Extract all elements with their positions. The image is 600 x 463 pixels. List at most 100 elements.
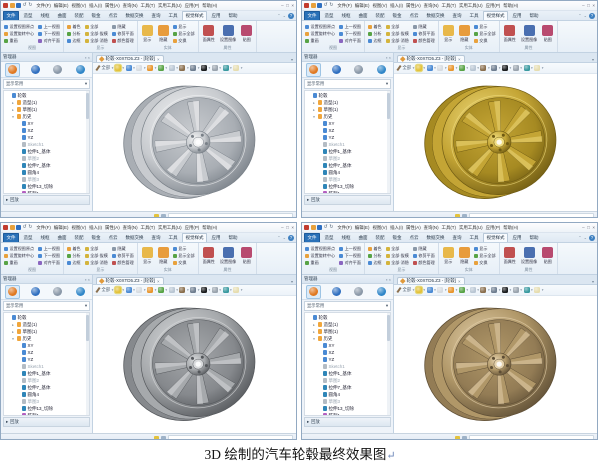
new-file-icon[interactable]: [9, 3, 15, 8]
ribbon-tab[interactable]: 应用: [509, 11, 525, 20]
sketch-pencil-icon[interactable]: [480, 65, 487, 71]
scrollbar-thumb[interactable]: [86, 315, 89, 341]
menu-item[interactable]: 查询(N): [123, 3, 138, 9]
tree-item[interactable]: 拉伸13_切除: [4, 405, 89, 412]
expand-toggle-icon[interactable]: ▾: [312, 115, 316, 119]
ribbon-tab[interactable]: 查询: [449, 233, 465, 242]
black-swatch-icon[interactable]: [200, 65, 207, 71]
collapse-ribbon-icon[interactable]: ⌃: [277, 236, 280, 240]
expand-ribbon-icon[interactable]: ⌄: [283, 236, 286, 240]
ribbon-tab[interactable]: 工具: [165, 11, 181, 20]
ribbon-button[interactable]: 面属性: [202, 246, 216, 265]
status-input-field[interactable]: [469, 435, 594, 439]
tree-item[interactable]: 草图3: [4, 176, 89, 183]
tree-filter-dropdown[interactable]: 显示常用 ▾: [3, 301, 90, 311]
pick-filter-icon[interactable]: [95, 64, 101, 72]
ribbon-button[interactable]: 隐藏: [157, 24, 170, 43]
history-manager-tab[interactable]: [4, 284, 20, 299]
ribbon-tab[interactable]: 点云: [406, 11, 422, 20]
minimize-button[interactable]: –: [582, 3, 585, 8]
document-tab[interactable]: 轮毂-X0XTD5.Z3 - [轮毂] ×: [397, 277, 465, 284]
menu-item[interactable]: 帮助(H): [503, 3, 518, 9]
bounding-box-icon[interactable]: [469, 65, 476, 71]
ribbon-button[interactable]: 颜色管理: [111, 260, 134, 266]
ribbon-button[interactable]: 设置旋转中心: [305, 31, 335, 37]
tree-item[interactable]: 拉伸13_切除: [305, 405, 390, 412]
ribbon-button[interactable]: 下一视图: [38, 31, 60, 37]
minimize-button[interactable]: –: [281, 225, 284, 230]
tree-scrollbar[interactable]: [86, 91, 89, 193]
ribbon-button[interactable]: 设置旋转中心: [4, 253, 34, 259]
tab-overflow-icon[interactable]: ▾: [291, 280, 293, 284]
solid-cube-icon[interactable]: [157, 65, 164, 71]
ribbon-button[interactable]: 颜色管理: [111, 38, 134, 44]
prompt-icon[interactable]: [455, 436, 460, 439]
collapse-ribbon-icon[interactable]: ⌃: [277, 14, 280, 18]
prompt-icon[interactable]: [455, 214, 460, 217]
ribbon-tab[interactable]: 装配: [71, 11, 87, 20]
ribbon-button[interactable]: 面属性: [503, 246, 517, 265]
ribbon-button[interactable]: 显示: [141, 24, 154, 43]
ribbon-tab[interactable]: 查询: [449, 11, 465, 20]
ribbon-tab[interactable]: 装配: [372, 233, 388, 242]
new-file-icon[interactable]: [310, 225, 316, 230]
ribbon-button[interactable]: 颜色管理: [412, 260, 435, 266]
view-manager-tab[interactable]: [50, 63, 65, 77]
ribbon-button[interactable]: 设置视图原点: [305, 246, 335, 252]
render-sphere-icon[interactable]: [448, 65, 455, 71]
bounding-box-icon[interactable]: [168, 65, 175, 71]
replay-bar[interactable]: ▸ 回放: [3, 195, 90, 205]
document-tab[interactable]: 轮毂-X0XTD5.Z3 - [轮毂] ×: [96, 55, 164, 62]
status-input-field[interactable]: [168, 435, 293, 439]
ribbon-button[interactable]: 修剪平面: [111, 31, 134, 37]
menu-item[interactable]: 编辑(E): [54, 3, 69, 9]
tree-item[interactable]: YZ: [4, 356, 89, 363]
wireframe-donut-icon[interactable]: [136, 287, 143, 293]
tree-item[interactable]: 轮毂: [305, 92, 390, 99]
expand-toggle-icon[interactable]: ▸: [11, 330, 15, 334]
tab-close-icon[interactable]: ×: [157, 57, 160, 62]
ribbon-tab[interactable]: 帮助: [526, 233, 542, 242]
tree-item[interactable]: 圆角4: [4, 391, 89, 398]
tree-item[interactable]: 拉伸13_切除: [4, 183, 89, 190]
history-manager-tab[interactable]: [305, 62, 321, 77]
ribbon-button[interactable]: 显示: [172, 24, 195, 30]
tree-item[interactable]: 拉伸13_切除: [305, 183, 390, 190]
tree-scrollbar[interactable]: [387, 313, 390, 415]
ribbon-tab[interactable]: 造型: [20, 233, 36, 242]
tree-item[interactable]: Sketch1: [4, 363, 89, 370]
expand-ribbon-icon[interactable]: ⌄: [584, 236, 587, 240]
tree-item[interactable]: 圆角4: [305, 169, 390, 176]
prompt-icon[interactable]: [154, 436, 159, 439]
ribbon-button[interactable]: 贴图: [240, 24, 253, 43]
ribbon-button[interactable]: 上一视图: [339, 246, 361, 252]
ribbon-tab[interactable]: 视觉样式: [483, 11, 508, 20]
tree-item[interactable]: 拉伸7_基体: [305, 162, 390, 169]
light-swatch-icon[interactable]: [534, 287, 541, 293]
help-icon[interactable]: ?: [589, 235, 595, 241]
tab-close-icon[interactable]: ×: [458, 279, 461, 284]
ribbon-button[interactable]: 隐藏: [412, 246, 435, 252]
pin-icon[interactable]: ▪ ×: [85, 55, 90, 60]
ribbon-tab[interactable]: 线框: [37, 233, 53, 242]
ribbon-button[interactable]: 设置图像: [520, 24, 538, 43]
tree-item[interactable]: 阵列1: [4, 190, 89, 193]
ribbon-tab[interactable]: 曲面: [54, 11, 70, 20]
ribbon-button[interactable]: 显示全部: [172, 253, 195, 259]
close-button[interactable]: ×: [592, 3, 595, 8]
ribbon-tab[interactable]: 线框: [338, 233, 354, 242]
expand-toggle-icon[interactable]: ▾: [11, 115, 15, 119]
ribbon-button[interactable]: 面属性: [503, 24, 517, 43]
undo-icon[interactable]: ↺: [23, 3, 27, 8]
tree-item[interactable]: YZ: [4, 134, 89, 141]
menu-item[interactable]: 帮助(H): [503, 225, 518, 231]
ribbon-button[interactable]: 下一视图: [38, 253, 60, 259]
ribbon-button[interactable]: 着色: [367, 24, 382, 30]
ribbon-button[interactable]: 全部·消隐: [385, 38, 409, 44]
tree-item[interactable]: ▾ 历史: [4, 113, 89, 120]
list-icon[interactable]: [462, 214, 467, 217]
ribbon-tab[interactable]: 文件: [3, 233, 19, 242]
ribbon-tab[interactable]: 点云: [105, 233, 121, 242]
light-swatch-icon[interactable]: [233, 287, 240, 293]
ribbon-button[interactable]: 全部·消隐: [84, 260, 108, 266]
